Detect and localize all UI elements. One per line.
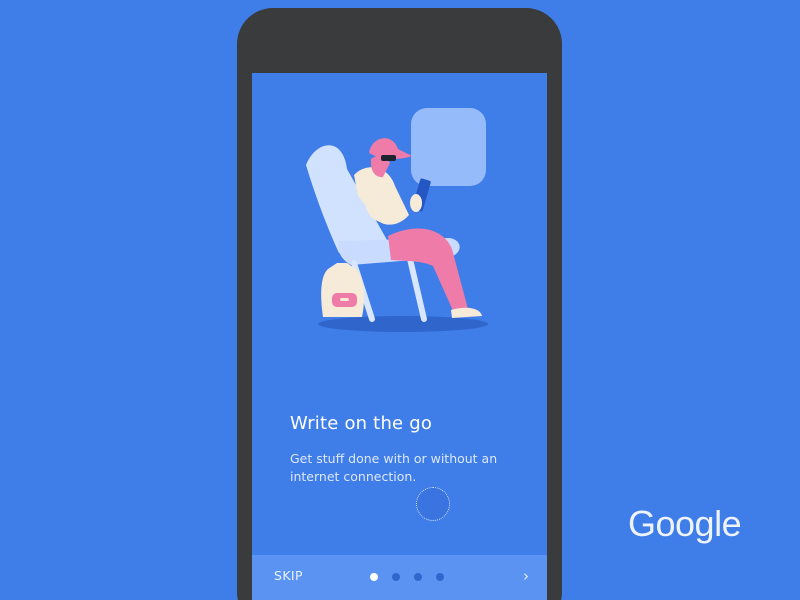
- page-dot-3[interactable]: [414, 573, 422, 581]
- page-dot-1[interactable]: [370, 573, 378, 581]
- skip-button[interactable]: SKIP: [274, 568, 303, 583]
- phone-screen: Write on the go Get stuff done with or w…: [252, 73, 547, 600]
- page-dot-2[interactable]: [392, 573, 400, 581]
- onboarding-description: Get stuff done with or without an intern…: [290, 451, 498, 484]
- touch-indicator: [416, 487, 450, 521]
- traveler-illustration: [306, 108, 488, 332]
- google-wordmark: Google: [628, 503, 742, 544]
- page-dot-4[interactable]: [436, 573, 444, 581]
- onboarding-title: Write on the go: [290, 413, 433, 434]
- page-indicator: [370, 573, 444, 581]
- chevron-right-icon[interactable]: ›: [523, 567, 529, 585]
- onboarding-bottom-bar: SKIP ›: [252, 555, 547, 600]
